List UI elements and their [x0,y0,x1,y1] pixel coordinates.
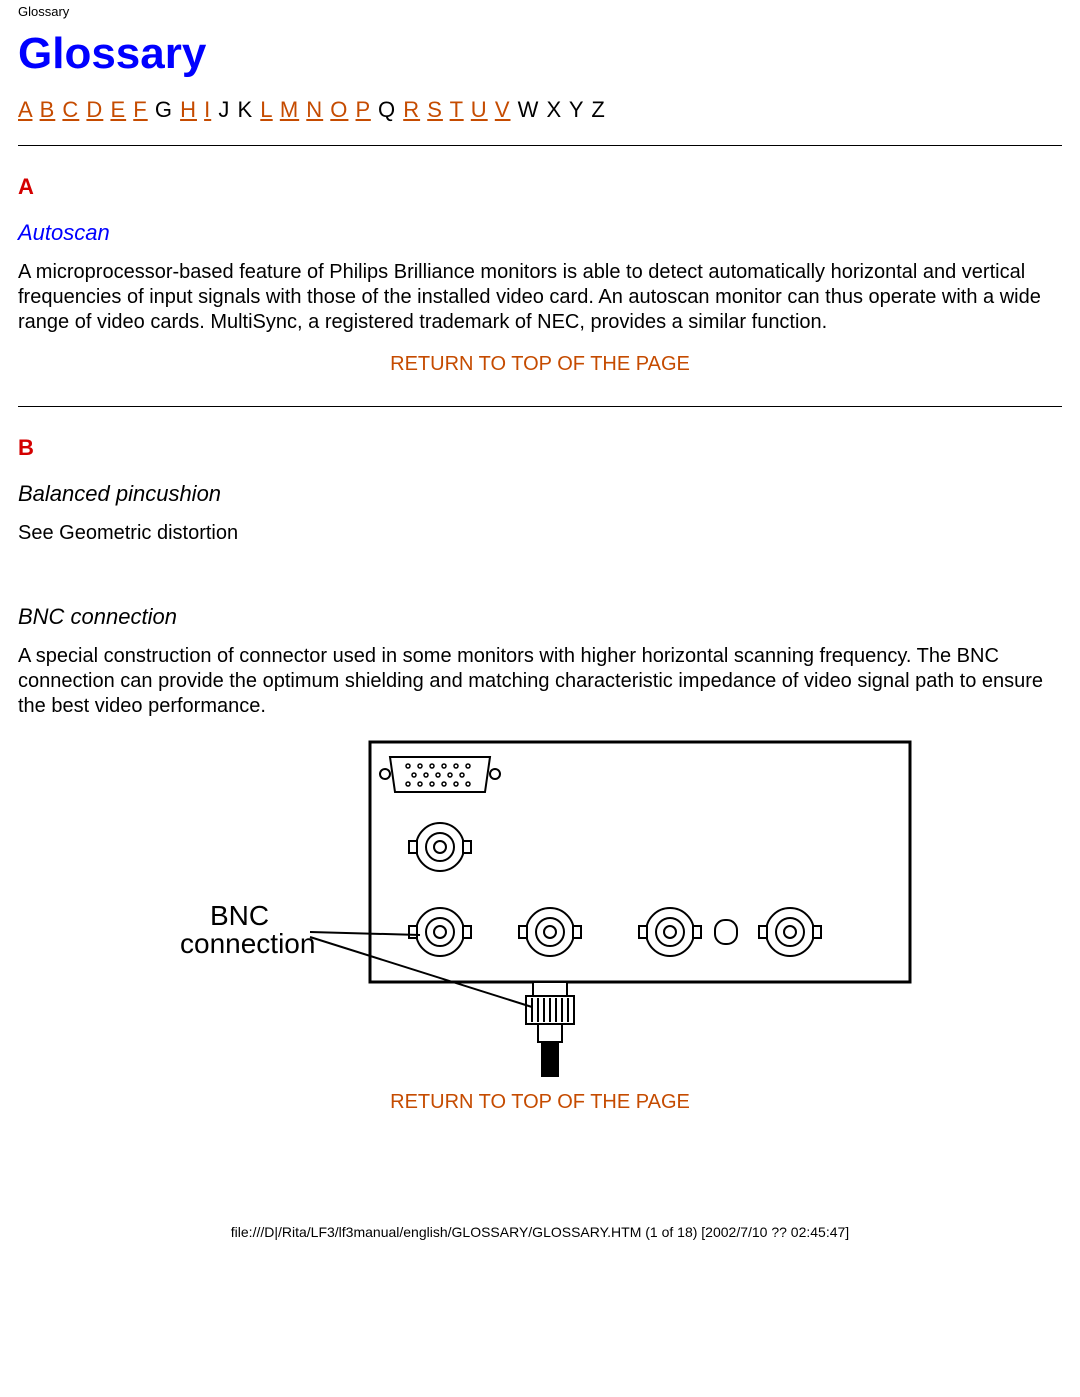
alpha-link-e[interactable]: E [110,97,126,122]
page-title: Glossary [18,29,1062,79]
alpha-link-f[interactable]: F [133,97,147,122]
bnc-label-line1: BNC [210,900,269,931]
alpha-link-l[interactable]: L [260,97,272,122]
alpha-link-g: G [155,97,173,122]
alpha-link-y: Y [569,97,584,122]
section-a-letter: A [18,174,1062,200]
alpha-link-n[interactable]: N [306,97,323,122]
bnc-diagram-svg: BNC connection [160,737,920,1077]
alpha-link-u[interactable]: U [471,97,488,122]
alpha-link-x: X [547,97,563,122]
term-autoscan-title: Autoscan [18,220,1062,246]
term-autoscan-body: A microprocessor-based feature of Philip… [18,260,1062,335]
alpha-link-k: K [237,97,253,122]
alpha-link-m[interactable]: M [280,97,299,122]
alpha-link-p[interactable]: P [356,97,371,122]
bnc-figure: BNC connection [18,737,1062,1077]
term-bnc-title: BNC connection [18,604,1062,630]
page-header-small: Glossary [0,0,1080,23]
term-balanced-pincushion-title: Balanced pincushion [18,481,1062,507]
alpha-link-t[interactable]: T [450,97,464,122]
divider [18,406,1062,407]
alpha-link-z: Z [591,97,605,122]
section-b-letter: B [18,435,1062,461]
return-top-link[interactable]: RETURN TO TOP OF THE PAGE [18,1091,1062,1114]
return-top-link[interactable]: RETURN TO TOP OF THE PAGE [18,353,1062,376]
alpha-link-s[interactable]: S [427,97,443,122]
bnc-label-line2: connection [180,928,315,959]
alpha-link-b[interactable]: B [40,97,56,122]
alpha-link-w: W [518,97,540,122]
alpha-link-r[interactable]: R [403,97,420,122]
divider [18,145,1062,146]
alpha-link-o[interactable]: O [330,97,348,122]
alpha-index: A B C D E F G H I J K L M N O P Q R S T … [18,97,1062,123]
alpha-link-h[interactable]: H [180,97,197,122]
alpha-link-v[interactable]: V [495,97,511,122]
alpha-link-j: J [218,97,230,122]
term-bnc-body: A special construction of connector used… [18,644,1062,719]
term-balanced-pincushion-body: See Geometric distortion [18,521,1062,546]
alpha-link-a[interactable]: A [18,97,32,122]
alpha-link-c[interactable]: C [62,97,79,122]
alpha-link-i[interactable]: I [204,97,211,122]
alpha-link-q: Q [378,97,396,122]
alpha-link-d[interactable]: D [86,97,103,122]
footer-path: file:///D|/Rita/LF3/lf3manual/english/GL… [18,1224,1062,1248]
